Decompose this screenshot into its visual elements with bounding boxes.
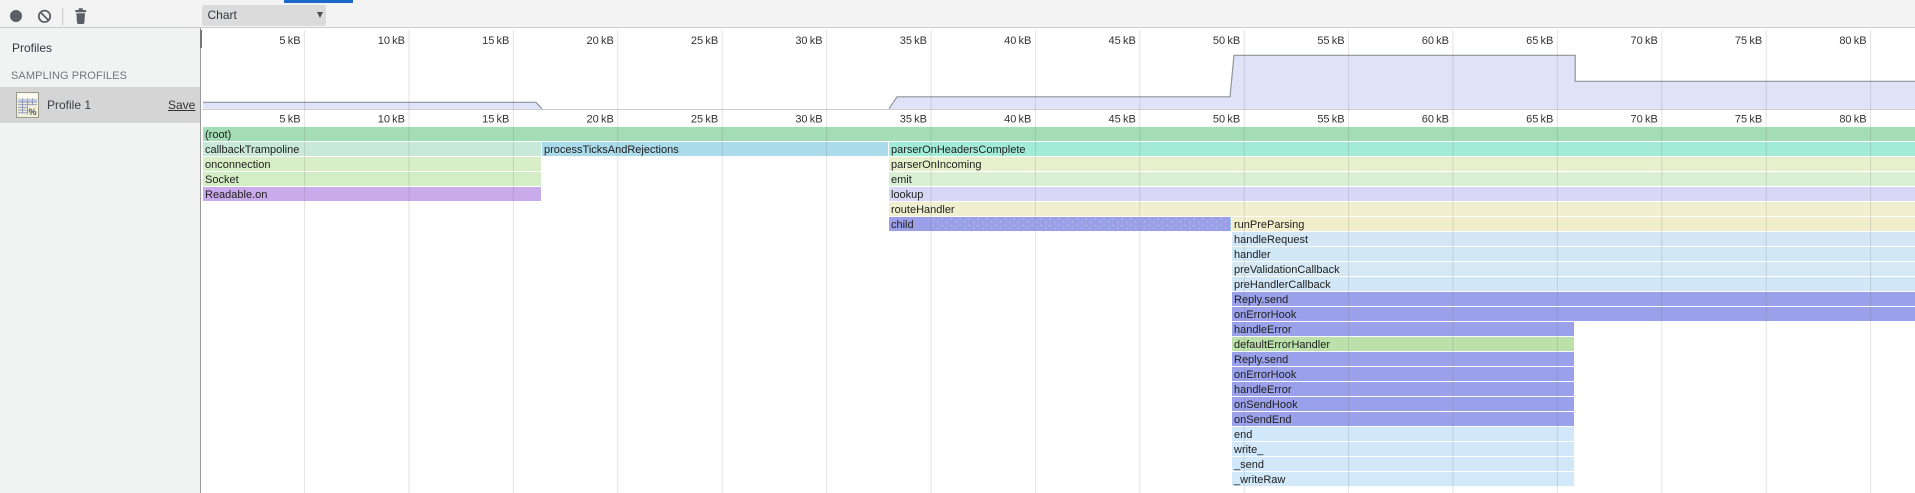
svg-text:5 kB: 5 kB (279, 35, 300, 47)
svg-text:(root): (root) (205, 129, 231, 141)
svg-text:onErrorHook: onErrorHook (1234, 369, 1297, 381)
svg-text:30 kB: 30 kB (795, 114, 822, 126)
svg-text:defaultErrorHandler: defaultErrorHandler (1234, 339, 1330, 351)
svg-text:preValidationCallback: preValidationCallback (1234, 264, 1340, 276)
svg-text:70 kB: 70 kB (1631, 114, 1658, 126)
svg-text:write_: write_ (1233, 444, 1264, 456)
svg-text:Socket: Socket (205, 174, 239, 186)
svg-text:preHandlerCallback: preHandlerCallback (1234, 279, 1331, 291)
svg-text:50 kB: 50 kB (1213, 114, 1240, 126)
svg-text:parserOnHeadersComplete: parserOnHeadersComplete (891, 144, 1026, 156)
svg-text:65 kB: 65 kB (1526, 114, 1553, 126)
svg-text:50 kB: 50 kB (1213, 35, 1240, 47)
svg-text:Reply.send: Reply.send (1234, 294, 1288, 306)
svg-text:15 kB: 15 kB (482, 114, 509, 126)
svg-text:_writeRaw: _writeRaw (1233, 474, 1285, 486)
svg-text:onSendHook: onSendHook (1234, 399, 1298, 411)
svg-text:handleError: handleError (1234, 324, 1292, 336)
svg-text:80 kB: 80 kB (1839, 114, 1866, 126)
svg-text:35 kB: 35 kB (900, 35, 927, 47)
svg-text:25 kB: 25 kB (691, 35, 718, 47)
svg-text:45 kB: 45 kB (1109, 114, 1136, 126)
svg-text:handleRequest: handleRequest (1234, 234, 1308, 246)
svg-text:onconnection: onconnection (205, 159, 270, 171)
svg-text:40 kB: 40 kB (1004, 114, 1031, 126)
svg-text:end: end (1234, 429, 1252, 441)
svg-text:lookup: lookup (891, 189, 923, 201)
svg-text:45 kB: 45 kB (1109, 35, 1136, 47)
svg-text:handler: handler (1234, 249, 1271, 261)
svg-text:70 kB: 70 kB (1631, 35, 1658, 47)
svg-text:Readable.on: Readable.on (205, 189, 267, 201)
svg-text:75 kB: 75 kB (1735, 35, 1762, 47)
svg-text:55 kB: 55 kB (1317, 35, 1344, 47)
svg-text:25 kB: 25 kB (691, 114, 718, 126)
svg-text:_send: _send (1233, 459, 1264, 471)
svg-text:80 kB: 80 kB (1839, 35, 1866, 47)
svg-text:child: child (891, 219, 914, 231)
svg-text:handleError: handleError (1234, 384, 1292, 396)
svg-text:5 kB: 5 kB (279, 114, 300, 126)
svg-text:30 kB: 30 kB (795, 35, 822, 47)
svg-text:processTicksAndRejections: processTicksAndRejections (544, 144, 679, 156)
svg-text:65 kB: 65 kB (1526, 35, 1553, 47)
svg-text:onErrorHook: onErrorHook (1234, 309, 1297, 321)
svg-text:routeHandler: routeHandler (891, 204, 955, 216)
svg-text:emit: emit (891, 174, 912, 186)
svg-text:35 kB: 35 kB (900, 114, 927, 126)
svg-text:10 kB: 10 kB (378, 35, 405, 47)
svg-text:callbackTrampoline: callbackTrampoline (205, 144, 299, 156)
svg-text:parserOnIncoming: parserOnIncoming (891, 159, 982, 171)
svg-text:55 kB: 55 kB (1317, 114, 1344, 126)
svg-text:60 kB: 60 kB (1422, 114, 1449, 126)
svg-text:40 kB: 40 kB (1004, 35, 1031, 47)
svg-text:15 kB: 15 kB (482, 35, 509, 47)
svg-text:20 kB: 20 kB (587, 35, 614, 47)
svg-text:onSendEnd: onSendEnd (1234, 414, 1292, 426)
svg-text:60 kB: 60 kB (1422, 35, 1449, 47)
svg-text:Reply.send: Reply.send (1234, 354, 1288, 366)
svg-text:%: % (29, 107, 37, 117)
svg-text:10 kB: 10 kB (378, 114, 405, 126)
svg-text:20 kB: 20 kB (587, 114, 614, 126)
svg-text:75 kB: 75 kB (1735, 114, 1762, 126)
